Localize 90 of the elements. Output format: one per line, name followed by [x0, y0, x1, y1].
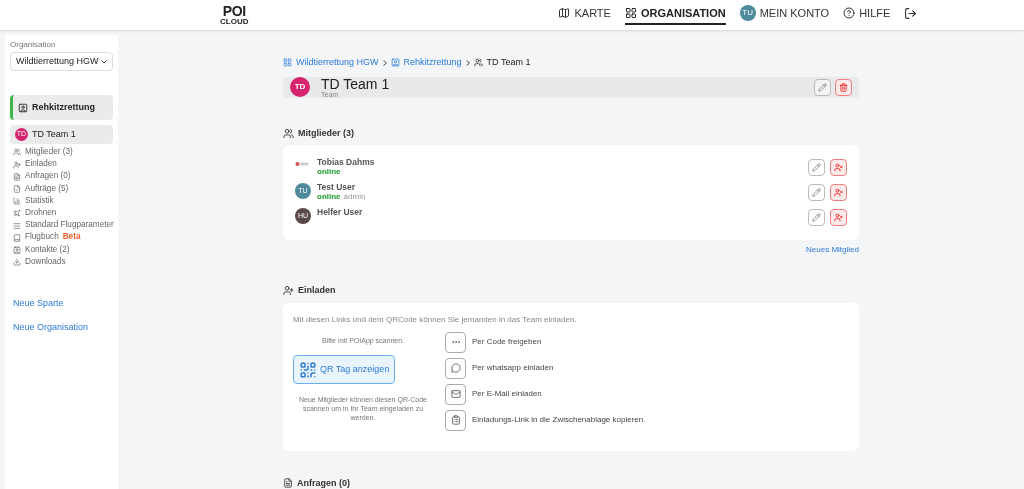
delete-button[interactable] — [835, 78, 852, 96]
section-title: Anfragen (0) — [297, 476, 350, 489]
help-icon — [843, 7, 856, 19]
invite-action-label: Per Code freigeben — [472, 336, 542, 348]
edit-button[interactable] — [814, 78, 831, 96]
invite-action-label: Einladungs-Link in die Zwischenablage kopieren. — [472, 414, 646, 426]
team-title: TD Team 1 — [321, 76, 390, 91]
section-title: Mitglieder (3) — [298, 126, 354, 140]
section-title: Einladen — [298, 284, 336, 297]
clipboard-icon — [450, 415, 461, 425]
item-icon — [13, 245, 21, 254]
pencil-icon — [818, 82, 827, 92]
nav-link[interactable]: ORGANISATION — [624, 4, 726, 26]
edit-button[interactable] — [808, 209, 825, 226]
online-status: online — [317, 167, 341, 177]
edit-button[interactable] — [808, 184, 825, 201]
chevron-icon — [382, 59, 387, 66]
document-icon — [283, 478, 293, 489]
breadcrumb-current: TD Team 1 — [486, 56, 531, 69]
caret-icon — [101, 59, 107, 64]
edit-button[interactable] — [808, 159, 825, 176]
invite-intro: Mit diesen Links und dem QRCode können Sie jemanden in das Team einladen. — [293, 313, 578, 326]
remove-member-button[interactable] — [830, 184, 847, 201]
sidebar-link[interactable]: Neue Organisation — [13, 321, 110, 335]
remove-member-button[interactable] — [830, 159, 847, 176]
user-avatar: TU — [739, 5, 756, 21]
sidebar-item[interactable]: Downloads — [13, 256, 110, 268]
add-user-icon — [283, 285, 294, 297]
sidebar-item[interactable]: Mitglieder (3) — [13, 147, 110, 158]
trash-icon — [839, 82, 848, 92]
mail-icon — [450, 389, 461, 399]
invite-action-button[interactable] — [445, 409, 466, 431]
item-icon — [13, 148, 21, 157]
section-icon — [18, 102, 28, 113]
pencil-icon — [812, 213, 821, 222]
remove-user-icon — [834, 163, 843, 172]
member-role: admin — [343, 192, 366, 202]
beta-label: Beta — [62, 232, 81, 244]
member-name: Tobias Dahms — [317, 157, 375, 167]
logo[interactable]: POI CLOUD — [220, 4, 249, 26]
section-item[interactable]: Rehkitzrettung — [10, 95, 113, 120]
item-icon — [13, 184, 21, 193]
invite-action-button[interactable] — [445, 357, 466, 379]
section-icon — [390, 58, 400, 68]
item-icon — [13, 172, 21, 181]
item-icon — [13, 160, 21, 169]
pencil-icon — [812, 188, 821, 197]
item-icon — [13, 197, 21, 206]
grid-icon — [283, 58, 292, 68]
sidebar-link[interactable]: Neue Sparte — [13, 296, 110, 311]
organisation-select[interactable]: Wildtierrettung HGW — [10, 52, 113, 71]
team-avatar: TD — [290, 77, 310, 97]
chevron-icon — [465, 59, 470, 66]
invite-action-label: Per whatsapp einladen — [472, 362, 554, 374]
map-icon — [558, 7, 571, 19]
nav-link[interactable]: KARTE — [558, 4, 611, 26]
sidebar-item[interactable]: Statistik — [13, 195, 110, 207]
sidebar-item[interactable]: Anfragen (0) — [13, 171, 110, 183]
qr-icon — [299, 360, 317, 379]
remove-user-icon — [834, 213, 843, 222]
members-icon — [283, 127, 294, 139]
new-member-link[interactable]: Neues Mitglied — [806, 244, 859, 256]
invite-action-label: Per E-Mail einladen — [472, 388, 542, 400]
sidebar-item[interactable]: Kontakte (2) — [13, 244, 110, 256]
invite-action-button[interactable] — [445, 383, 466, 405]
online-status: online — [317, 192, 341, 202]
team-icon — [473, 58, 483, 68]
grid-icon — [624, 7, 637, 19]
chat-icon — [450, 363, 461, 373]
sidebar-item[interactable]: Aufträge (5) — [13, 183, 110, 195]
nav-link[interactable]: HILFE — [843, 4, 891, 26]
pencil-icon — [812, 163, 821, 172]
show-qr-button[interactable]: QR Tag anzeigen — [293, 355, 396, 384]
sidebar-item[interactable]: Drohnen — [13, 208, 110, 219]
breadcrumb-link[interactable]: Wildtierrettung HGW — [296, 56, 379, 70]
sidebar-item[interactable]: Flugbuch Beta — [13, 232, 110, 244]
sidebar-item[interactable]: Einladen — [13, 159, 110, 170]
remove-member-button[interactable] — [830, 209, 847, 226]
member-name: Helfer User — [317, 207, 363, 217]
invite-action-button[interactable] — [445, 331, 466, 353]
logout-icon — [904, 6, 918, 20]
item-icon — [13, 209, 21, 218]
breadcrumb-link[interactable]: Rehkitzrettung — [403, 56, 462, 70]
remove-user-icon — [834, 188, 843, 197]
item-icon — [13, 233, 21, 242]
member-name: Test User — [317, 182, 357, 192]
field-label: Organisation — [10, 39, 57, 51]
nav-link[interactable]: TU MEIN KONTO — [739, 4, 830, 26]
item-icon — [13, 221, 21, 230]
item-icon — [13, 258, 21, 267]
